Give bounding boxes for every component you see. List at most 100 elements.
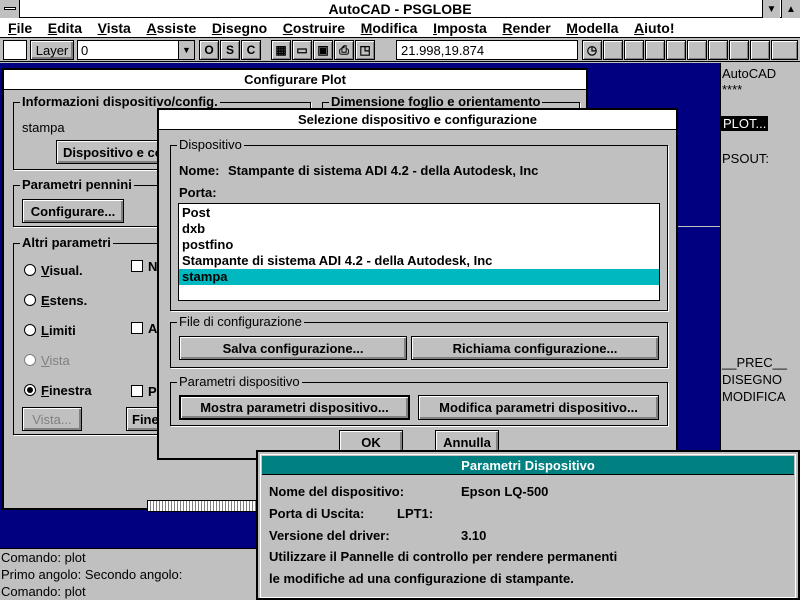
device-name-label: Nome: [179, 163, 220, 178]
screen-menu-title[interactable]: AutoCAD [722, 66, 776, 81]
menu-edita[interactable]: Edita [42, 18, 88, 38]
plot-button[interactable]: ◳ [355, 40, 375, 60]
radio-visual[interactable] [24, 264, 36, 276]
clock-icon: ◷ [586, 43, 598, 57]
coordinates-value: 21.998,19.874 [401, 43, 485, 58]
crosshair-line [676, 226, 720, 227]
new-drawing-button[interactable]: ▦ [271, 40, 291, 60]
radio-finestra-label: Finestra [41, 383, 92, 398]
color-swatch[interactable] [3, 40, 27, 60]
radio-estens-label: Estens. [41, 293, 88, 308]
toolbar-slot-6[interactable] [708, 40, 728, 60]
menu-file[interactable]: File [2, 18, 38, 38]
control-panel-note-line-2: le modifiche ad una configurazione di st… [269, 571, 574, 586]
radio-visual-label: Visual. [41, 263, 83, 278]
load-config-button[interactable]: Richiama configurazione... [411, 336, 659, 360]
coordinates-display: 21.998,19.874 [396, 40, 578, 60]
coords-toggle-button[interactable]: C [241, 40, 261, 60]
toolbar-slot-1[interactable] [603, 40, 623, 60]
control-panel-note-line-1: Utilizzare il Pannelle di controllo per … [269, 549, 618, 564]
minimize-icon: ▼ [766, 3, 777, 15]
port-list[interactable]: Post dxb postfino Stampante di sistema A… [178, 203, 660, 301]
device-params-group-title: Parametri dispositivo [177, 374, 302, 389]
radio-vista-label: Vista [41, 353, 70, 368]
driver-version-label: Versione del driver: [269, 528, 390, 543]
chevron-down-icon: ▼ [182, 45, 191, 55]
minimize-button[interactable]: ▼ [762, 0, 780, 18]
output-port-label: Porta di Uscita: [269, 506, 365, 521]
radio-limiti[interactable] [24, 324, 36, 336]
toolbar-slot-3[interactable] [645, 40, 665, 60]
checkbox-a-label: A [148, 321, 158, 336]
maximize-button[interactable]: ▲ [781, 0, 800, 18]
edit-device-params-button[interactable]: Modifica parametri dispositivo... [418, 395, 659, 420]
save-button[interactable]: ▣ [313, 40, 333, 60]
menu-aiuto[interactable]: Aiuto! [628, 18, 680, 38]
open-button[interactable]: ▭ [292, 40, 312, 60]
toolbar-slot-8[interactable] [750, 40, 770, 60]
screen-menu-plot[interactable]: PLOT... [721, 116, 769, 131]
screen-menu-stars[interactable]: **** [722, 82, 742, 97]
snap-button[interactable]: S [220, 40, 240, 60]
menu-imposta[interactable]: Imposta [427, 18, 493, 38]
window-title: AutoCAD - PSGLOBE [328, 1, 472, 17]
save-config-button[interactable]: Salva configurazione... [179, 336, 407, 360]
menu-assiste[interactable]: Assiste [140, 18, 202, 38]
clock-button[interactable]: ◷ [582, 40, 602, 60]
menu-render[interactable]: Render [496, 18, 556, 38]
screen-menu-modifica[interactable]: MODIFICA [722, 389, 786, 404]
paper-size-group-title: Dimensione foglio e orientamento [329, 94, 543, 109]
layer-value: 0 [81, 43, 89, 58]
plot-config-dialog-title: Configurare Plot [4, 70, 586, 90]
show-device-params-button[interactable]: Mostra parametri dispositivo... [179, 395, 410, 420]
port-item-post[interactable]: Post [179, 205, 659, 221]
grid-icon: ▦ [275, 43, 287, 57]
toolbar-slot-9[interactable] [771, 40, 798, 60]
checkbox-p[interactable] [131, 385, 143, 397]
printer-icon: ⎙ [339, 42, 349, 57]
layer-dropdown-button[interactable]: ▼ [178, 41, 194, 59]
layer-button[interactable]: Layer [30, 40, 74, 60]
screen-menu-disegno[interactable]: DISEGNO [722, 372, 782, 387]
print-button[interactable]: ⎙ [334, 40, 354, 60]
screen-menu-psout[interactable]: PSOUT: [722, 151, 769, 166]
toolbar-slot-5[interactable] [687, 40, 707, 60]
current-device-name: stampa [22, 120, 65, 135]
checkbox-a[interactable] [131, 322, 143, 334]
toolbar-slot-7[interactable] [729, 40, 749, 60]
checkbox-p-label: P [148, 384, 157, 399]
radio-vista[interactable] [24, 354, 36, 366]
command-line-1: Comando: plot [1, 550, 86, 565]
screen-menu-prec[interactable]: __PREC__ [722, 355, 787, 370]
device-params-dialog-title: Parametri Dispositivo [262, 456, 794, 475]
open-folder-icon: ▭ [296, 43, 308, 57]
port-item-adi-system[interactable]: Stampante di sistema ADI 4.2 - della Aut… [179, 253, 659, 269]
port-item-postfino[interactable]: postfino [179, 237, 659, 253]
configure-pens-button[interactable]: Configurare... [22, 199, 124, 223]
port-item-dxb[interactable]: dxb [179, 221, 659, 237]
menu-modella[interactable]: Modella [560, 18, 624, 38]
checkbox-n[interactable] [131, 260, 143, 272]
toolbar-slot-4[interactable] [666, 40, 686, 60]
menu-modifica[interactable]: Modifica [355, 18, 424, 38]
device-selection-dialog-title: Selezione dispositivo e configurazione [159, 110, 676, 130]
radio-limiti-label: Limiti [41, 323, 76, 338]
radio-estens[interactable] [24, 294, 36, 306]
ortho-button[interactable]: O [199, 40, 219, 60]
device-params-dialog: Parametri Dispositivo Nome del dispositi… [256, 450, 800, 600]
device-group-title: Dispositivo [177, 137, 244, 152]
radio-finestra[interactable] [24, 384, 36, 396]
layer-select[interactable]: 0 ▼ [77, 40, 195, 60]
toolbar-slot-2[interactable] [624, 40, 644, 60]
menu-costruire[interactable]: Costruire [277, 18, 351, 38]
port-item-stampa[interactable]: stampa [179, 269, 659, 285]
device-selection-dialog: Selezione dispositivo e configurazione D… [157, 108, 678, 460]
device-info-group-title: Informazioni dispositivo/config. [20, 94, 220, 109]
checkbox-n-label: N [148, 259, 158, 274]
vista-button[interactable]: Vista... [22, 407, 82, 431]
command-line-2: Primo angolo: Secondo angolo: [1, 567, 183, 582]
title-bar: AutoCAD - PSGLOBE ▼ ▲ [0, 0, 800, 18]
port-label: Porta: [179, 185, 217, 200]
menu-disegno[interactable]: Disegno [206, 18, 273, 38]
menu-vista[interactable]: Vista [92, 18, 137, 38]
